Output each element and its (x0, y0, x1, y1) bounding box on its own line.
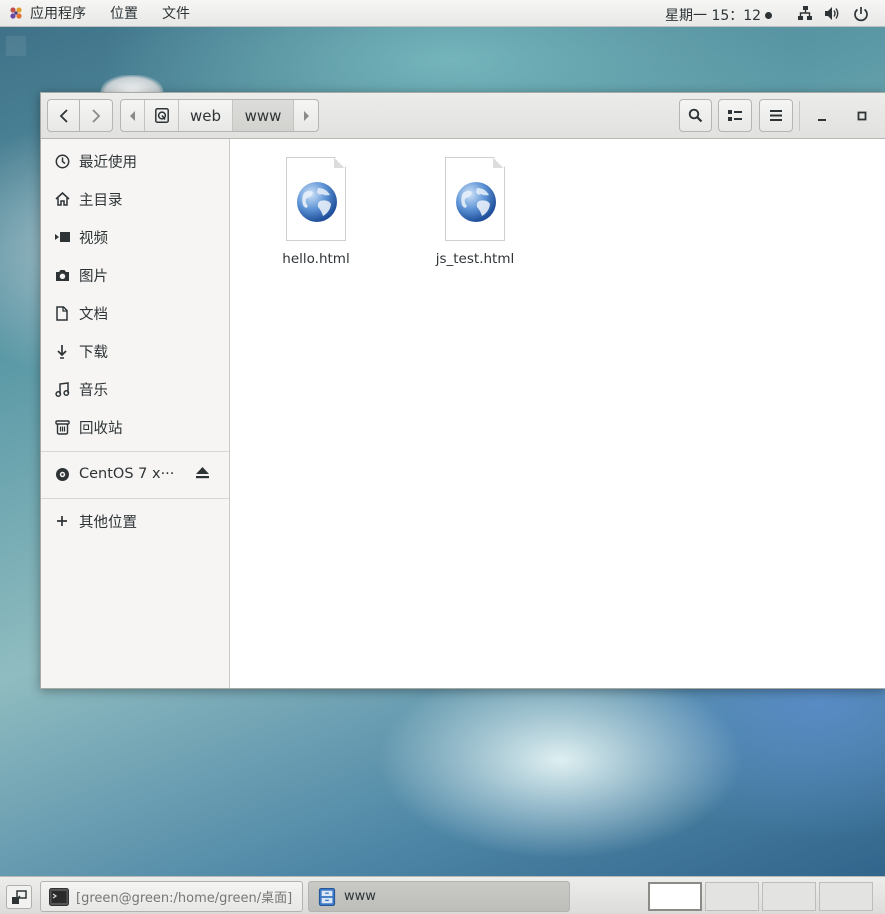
applications-icon[interactable] (8, 5, 24, 21)
sidebar-item-label: CentOS 7 x··· (79, 466, 175, 482)
home-icon (54, 191, 70, 207)
forward-icon (92, 108, 101, 123)
header-bar: web www (41, 93, 885, 139)
clock-text: 星期一 15：12 (665, 8, 762, 24)
sidebar-separator (41, 451, 229, 452)
workspace-2[interactable] (705, 882, 759, 911)
workspace-1[interactable] (648, 882, 702, 911)
sidebar-item-label: 下载 (79, 344, 108, 361)
sidebar-item-recent[interactable]: 最近使用 (41, 142, 229, 180)
sidebar-item-downloads[interactable]: 下载 (41, 332, 229, 370)
trash-icon (54, 419, 70, 435)
files-window: web www 最近使用 主目录 视频 图片 文档 下载 音乐 回收站 Cent… (40, 92, 885, 689)
terminal-icon (49, 887, 69, 906)
page-fold (334, 158, 345, 168)
sidebar-item-device[interactable]: CentOS 7 x··· (41, 455, 229, 493)
html-globe-icon (456, 182, 496, 222)
taskbar-item-files[interactable]: www (308, 881, 570, 912)
show-desktop-button[interactable] (6, 885, 32, 909)
html-file-icon (445, 157, 505, 241)
video-icon (54, 229, 70, 245)
music-icon (54, 381, 70, 397)
top-bar: 应用程序 位置 文件 星期一 15：12 (0, 0, 885, 27)
files-menu[interactable]: 文件 (162, 3, 190, 23)
workspace-4[interactable] (819, 882, 873, 911)
file-view[interactable]: hello.html js_test.html (230, 139, 885, 688)
sidebar-item-label: 图片 (79, 268, 108, 285)
path-scroll-right-button[interactable] (294, 100, 318, 131)
file-manager-icon (318, 887, 336, 906)
plus-icon (54, 513, 70, 529)
recent-clock-icon (54, 153, 70, 169)
taskbar-item-label: [green@green:/home/green/桌面] (76, 891, 293, 906)
sidebar-item-label: 回收站 (79, 420, 123, 437)
sidebar-item-videos[interactable]: 视频 (41, 218, 229, 256)
disc-icon (54, 466, 70, 482)
taskbar-item-label: www (344, 889, 376, 904)
sidebar-item-other-locations[interactable]: 其他位置 (41, 502, 229, 540)
chevron-right-icon (304, 110, 309, 121)
show-desktop-icon (12, 889, 27, 904)
volume-icon[interactable] (823, 5, 841, 22)
file-item[interactable]: js_test.html (425, 157, 525, 267)
sidebar-item-label: 视频 (79, 230, 108, 247)
search-icon (688, 108, 703, 123)
forward-button[interactable] (80, 100, 112, 131)
desktop-decoration (6, 36, 26, 56)
places-menu[interactable]: 位置 (110, 3, 138, 23)
header-separator (799, 101, 800, 131)
download-icon (54, 343, 70, 359)
sidebar-item-documents[interactable]: 文档 (41, 294, 229, 332)
path-segment-www[interactable]: www (233, 100, 294, 131)
clock[interactable]: 星期一 15：12 (665, 5, 773, 25)
page-fold (493, 158, 504, 168)
sidebar-item-label: 文档 (79, 306, 108, 323)
chevron-left-icon (129, 110, 135, 121)
path-segment-web[interactable]: web (179, 100, 233, 131)
menu-icon (770, 110, 782, 121)
view-options-button[interactable] (718, 99, 752, 132)
file-item[interactable]: hello.html (266, 157, 366, 267)
sidebar-item-trash[interactable]: 回收站 (41, 408, 229, 446)
path-bar: web www (120, 99, 319, 132)
sidebar-item-label: 其他位置 (79, 514, 137, 531)
bottom-taskbar: [green@green:/home/green/桌面] www (0, 876, 885, 914)
power-icon[interactable] (852, 5, 870, 22)
navigation-buttons (47, 99, 113, 132)
minimize-icon (818, 118, 826, 121)
html-globe-icon (297, 182, 337, 222)
sidebar-item-pictures[interactable]: 图片 (41, 256, 229, 294)
workspace-3[interactable] (762, 882, 816, 911)
back-button[interactable] (48, 100, 81, 131)
camera-icon (54, 267, 70, 283)
html-file-icon (286, 157, 346, 241)
back-icon (59, 108, 68, 123)
taskbar-item-terminal[interactable]: [green@green:/home/green/桌面] (40, 881, 303, 912)
sidebar-item-home[interactable]: 主目录 (41, 180, 229, 218)
path-scroll-left-button[interactable] (121, 100, 145, 131)
search-button[interactable] (679, 99, 712, 132)
sidebar-item-label: 最近使用 (79, 154, 137, 171)
sidebar-item-label: 音乐 (79, 382, 108, 399)
path-root-button[interactable] (145, 100, 179, 131)
maximize-button[interactable] (845, 99, 879, 132)
eject-icon[interactable] (196, 467, 209, 483)
sidebar-item-music[interactable]: 音乐 (41, 370, 229, 408)
menu-button[interactable] (759, 99, 793, 132)
view-options-icon (728, 109, 742, 121)
minimize-button[interactable] (805, 99, 839, 132)
applications-menu[interactable]: 应用程序 (30, 3, 86, 23)
sidebar: 最近使用 主目录 视频 图片 文档 下载 音乐 回收站 CentOS 7 x··… (41, 139, 230, 688)
network-icon[interactable] (796, 5, 814, 22)
drive-icon (154, 108, 169, 123)
sidebar-separator (41, 498, 229, 499)
document-icon (54, 305, 70, 321)
sidebar-item-label: 主目录 (79, 192, 123, 209)
notification-dot (765, 12, 773, 19)
file-name: hello.html (282, 251, 350, 267)
file-name: js_test.html (435, 251, 515, 267)
maximize-icon (857, 111, 867, 120)
